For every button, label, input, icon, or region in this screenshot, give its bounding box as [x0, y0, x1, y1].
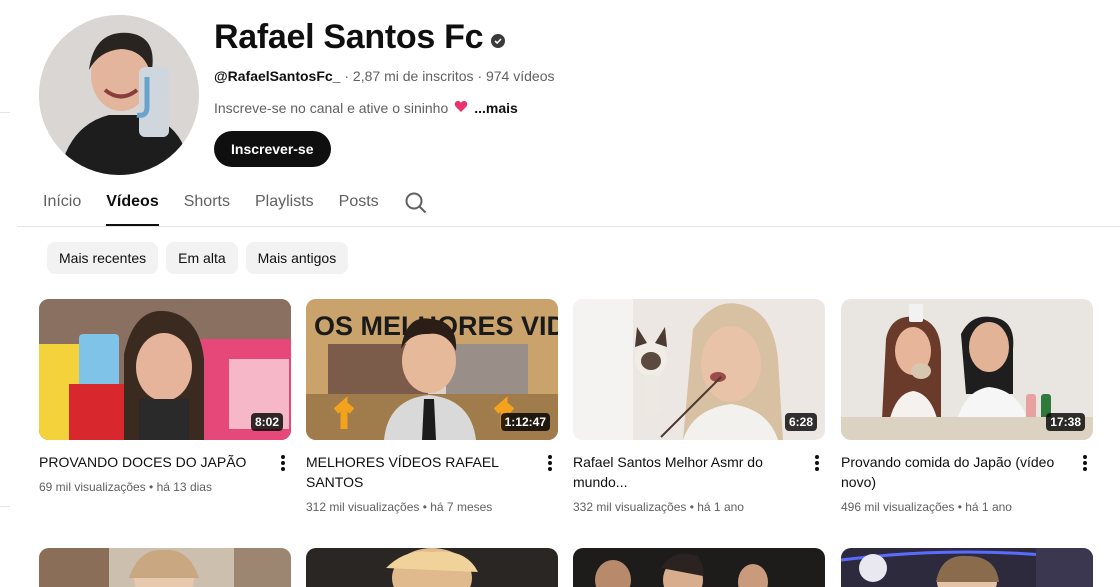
search-icon[interactable]	[404, 186, 428, 226]
tabs-divider	[17, 226, 1120, 227]
channel-title: Rafael Santos Fc	[214, 18, 506, 57]
youtube-channel-page: Rafael Santos Fc @RafaelSantosFc_ · 2,87…	[0, 0, 1120, 587]
video-title[interactable]: PROVANDO DOCES DO JAPÃO	[39, 452, 261, 472]
video-title[interactable]: MELHORES VÍDEOS RAFAEL SANTOS	[306, 452, 528, 492]
subscribe-button[interactable]: Inscrever-se	[214, 131, 331, 167]
more-options-icon[interactable]	[1083, 455, 1087, 471]
chip-latest[interactable]: Mais recentes	[47, 242, 159, 274]
video-thumbnail[interactable]: 8:02	[39, 299, 291, 440]
description-text: Inscreve-se no canal e ative o sininho	[214, 100, 449, 116]
video-duration: 1:12:47	[500, 413, 550, 431]
video-card[interactable]: 17:38 Provando comida do Japão (vídeo no…	[841, 299, 1093, 514]
more-options-icon[interactable]	[815, 455, 819, 471]
chip-popular[interactable]: Em alta	[166, 242, 238, 274]
channel-avatar[interactable]	[39, 15, 199, 175]
channel-handle: @RafaelSantosFc_	[214, 68, 341, 84]
video-thumbnail[interactable]	[841, 548, 1093, 587]
more-options-icon[interactable]	[281, 455, 285, 471]
video-title[interactable]: Rafael Santos Melhor Asmr do mundo...	[573, 452, 795, 492]
video-thumbnail[interactable]: 17:38	[841, 299, 1093, 440]
video-card[interactable]: OS MELHORES VIDEOS 1:12:47 MELHORES VÍDE…	[306, 299, 558, 514]
heart-icon	[454, 100, 468, 116]
channel-meta: @RafaelSantosFc_ · 2,87 mi de inscritos …	[214, 68, 555, 84]
video-thumbnail[interactable]: OS MELHORES VIDEOS 1:12:47	[306, 299, 558, 440]
video-meta: 312 mil visualizações • há 7 meses	[306, 500, 493, 514]
subscriber-count: · 2,87 mi de inscritos	[344, 68, 474, 84]
video-meta: 332 mil visualizações • há 1 ano	[573, 500, 744, 514]
video-count: · 974 vídeos	[477, 68, 555, 84]
video-thumbnail[interactable]	[573, 548, 825, 587]
video-meta: 496 mil visualizações • há 1 ano	[841, 500, 1012, 514]
video-card[interactable]: 6:28 Rafael Santos Melhor Asmr do mundo.…	[573, 299, 825, 514]
video-thumbnail[interactable]	[39, 548, 291, 587]
video-duration: 8:02	[250, 413, 283, 431]
chip-oldest[interactable]: Mais antigos	[245, 242, 349, 274]
divider	[0, 506, 10, 507]
channel-tabs: Início Vídeos Shorts Playlists Posts	[43, 186, 453, 226]
verified-icon	[491, 33, 506, 48]
video-duration: 6:28	[784, 413, 817, 431]
more-link[interactable]: ...mais	[474, 100, 518, 116]
tab-videos[interactable]: Vídeos	[106, 186, 160, 226]
channel-name: Rafael Santos Fc	[214, 18, 484, 56]
more-options-icon[interactable]	[548, 455, 552, 471]
divider	[0, 112, 10, 113]
tab-posts[interactable]: Posts	[339, 186, 379, 226]
video-card[interactable]: 8:02 PROVANDO DOCES DO JAPÃO 69 mil visu…	[39, 299, 291, 494]
video-title[interactable]: Provando comida do Japão (vídeo novo)	[841, 452, 1063, 492]
video-meta: 69 mil visualizações • há 13 dias	[39, 480, 212, 494]
sort-chips: Mais recentes Em alta Mais antigos	[47, 242, 349, 274]
tab-shorts[interactable]: Shorts	[184, 186, 230, 226]
channel-description[interactable]: Inscreve-se no canal e ative o sininho .…	[214, 100, 518, 116]
tab-playlists[interactable]: Playlists	[255, 186, 314, 226]
tab-home[interactable]: Início	[43, 186, 81, 226]
video-duration: 17:38	[1046, 413, 1085, 431]
video-thumbnail[interactable]	[306, 548, 558, 587]
video-thumbnail[interactable]: 6:28	[573, 299, 825, 440]
